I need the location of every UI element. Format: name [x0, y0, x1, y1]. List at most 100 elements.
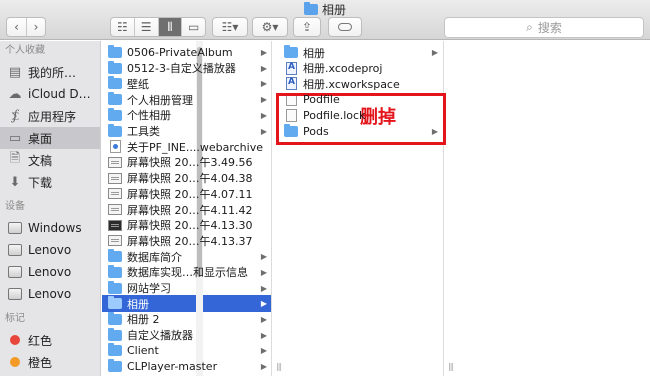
arrange-button[interactable]: ☷▾: [212, 17, 248, 37]
folder-row[interactable]: CLPlayer-master ▶: [102, 358, 271, 375]
sidebar-item-device[interactable]: Lenovo: [0, 261, 100, 283]
sidebar-item-documents[interactable]: ▤ 我的所…: [0, 61, 100, 83]
column-resize-handle[interactable]: |||: [448, 362, 454, 371]
item-label: 0512-3-自定义播放器: [127, 62, 236, 76]
folder-row[interactable]: 相册 2 ▶: [102, 311, 271, 328]
file-row[interactable]: 屏幕快照 20…午4.13.37: [102, 232, 271, 249]
folder-row[interactable]: 个性相册 ▶: [102, 107, 271, 124]
disk-icon: [7, 286, 23, 302]
sidebar-item-tag-orange[interactable]: 橙色: [0, 351, 100, 373]
sidebar-item-downloads[interactable]: ⬇ 下载: [0, 171, 100, 193]
disclosure-arrow-icon: ▶: [260, 267, 267, 277]
folder-row[interactable]: 数据库简介 ▶: [102, 248, 271, 265]
disclosure-arrow-icon: ▶: [260, 110, 267, 120]
folder-icon: [108, 60, 122, 74]
folder-icon: [108, 327, 122, 341]
folder-row[interactable]: Client ▶: [102, 342, 271, 359]
folder-icon: [108, 359, 122, 372]
item-label: 网站学习: [127, 282, 171, 295]
sidebar-item-desktop[interactable]: ▭ 桌面: [0, 127, 100, 149]
file-row[interactable]: 屏幕快照 20…午3.49.56: [102, 154, 271, 171]
folder-icon: [108, 45, 122, 58]
folder-icon: [284, 45, 298, 58]
gear-icon: ⚙▾: [261, 20, 279, 34]
file-row[interactable]: 屏幕快照 20…午4.07.11: [102, 185, 271, 202]
share-icon: ⇪: [301, 20, 313, 34]
browser-column-2: 相册 ▶ 相册.xcodeproj相册.xcworkspace PodfilePodf…: [273, 41, 444, 376]
item-label: 相册: [127, 297, 149, 311]
column-view-button[interactable]: ⫴: [157, 18, 182, 36]
browser-column-3: |||: [445, 41, 650, 376]
folder-row[interactable]: 相册 ▶: [102, 295, 271, 313]
folder-row[interactable]: 工具类 ▶: [102, 123, 271, 140]
sidebar-item-label: Lenovo: [28, 287, 72, 301]
search-field[interactable]: ⌕ 搜索: [444, 17, 644, 38]
item-label: 相册.xcworkspace: [303, 77, 400, 91]
disclosure-arrow-icon: ▶: [260, 252, 267, 262]
disclosure-arrow-icon: ▶: [260, 346, 267, 356]
sidebar-item-documents-folder[interactable]: 🗎 文稿: [0, 149, 100, 171]
folder-row[interactable]: 自定义播放器 ▶: [102, 327, 271, 344]
window-title: 相册: [0, 1, 650, 18]
sidebar-item-tag-red[interactable]: 红色: [0, 329, 100, 351]
item-label: 工具类: [127, 125, 160, 138]
file-row[interactable]: 屏幕快照 20…午4.04.38: [102, 170, 271, 187]
sidebar-item-device[interactable]: Windows: [0, 217, 100, 239]
column-resize-handle[interactable]: |||: [276, 362, 282, 371]
folder-row[interactable]: 相册 ▶: [273, 44, 443, 61]
arrange-icon: ☷▾: [221, 20, 239, 34]
back-button[interactable]: ‹: [7, 18, 26, 36]
sidebar-item-label: iCloud D…: [28, 87, 91, 101]
folder-icon: [108, 76, 122, 90]
columns-icon: ⫴: [167, 19, 173, 34]
sidebar-item-label: 红色: [28, 333, 53, 348]
sidebar-item-label: 橙色: [28, 355, 53, 370]
folder-row[interactable]: 网站学习 ▶: [102, 280, 271, 297]
folder-row[interactable]: 数据库实现…和显示信息 ▶: [102, 264, 271, 281]
disclosure-arrow-icon: ▶: [260, 95, 267, 105]
file-row[interactable]: 关于PF_INE....webarchive: [102, 138, 271, 155]
coverflow-view-button[interactable]: ▭: [181, 18, 205, 36]
folder-row[interactable]: 0512-3-自定义播放器 ▶: [102, 60, 271, 77]
sidebar-item-applications[interactable]: ⨋ 应用程序: [0, 105, 100, 127]
icon-view-button[interactable]: ☷: [111, 18, 134, 36]
folder-icon: [108, 264, 122, 278]
item-label: 屏幕快照 20…午4.04.38: [127, 172, 253, 186]
finder-toolbar: 相册 ‹ › ☷ ☰ ⫴ ▭ ☷▾ ⚙▾ ⇪ ⌕ 搜索: [0, 0, 650, 40]
item-label: Podfile: [303, 93, 340, 107]
forward-button[interactable]: ›: [26, 18, 45, 36]
disclosure-arrow-icon: ▶: [260, 79, 267, 89]
folder-icon: [108, 92, 122, 106]
window-title-label: 相册: [321, 3, 346, 17]
item-label: 数据库实现…和显示信息: [127, 266, 248, 280]
file-row[interactable]: 相册.xcworkspace: [273, 75, 443, 92]
sidebar-section-favorites: 个人收藏: [5, 45, 45, 56]
folder-row[interactable]: 壁纸 ▶: [102, 75, 271, 92]
file-row[interactable]: 相册.xcodeproj: [273, 60, 443, 77]
folder-row[interactable]: 0506-PrivateAlbum ▶: [102, 44, 271, 61]
browser-column-1: 0506-PrivateAlbum ▶ 0512-3-自定义播放器 ▶ 壁纸 ▶ 个人相册管…: [102, 41, 272, 376]
file-row[interactable]: 屏幕快照 20…午4.13.30: [102, 217, 271, 234]
item-label: 0506-PrivateAlbum: [127, 46, 233, 59]
item-label: 数据库简介: [127, 250, 182, 264]
sidebar-item-device[interactable]: Lenovo: [0, 283, 100, 305]
folder-icon: [108, 107, 122, 121]
disclosure-arrow-icon: ▶: [260, 63, 267, 73]
share-button[interactable]: ⇪: [293, 17, 321, 37]
folder-icon: [108, 311, 122, 325]
document-icon: 🗎: [9, 151, 21, 166]
tags-button[interactable]: [328, 17, 362, 37]
sidebar-section-devices: 设备: [5, 201, 25, 212]
image-file-icon: [108, 235, 122, 247]
disclosure-arrow-icon: ▶: [260, 330, 267, 340]
folder-row[interactable]: 个人相册管理 ▶: [102, 91, 271, 108]
item-label: 屏幕快照 20…午4.07.11: [127, 187, 253, 201]
item-label: 相册.xcodeproj: [303, 62, 383, 76]
list-view-button[interactable]: ☰: [133, 18, 158, 36]
sidebar-section-tags: 标记: [5, 313, 25, 324]
sidebar-item-icloud[interactable]: ☁ iCloud D…: [0, 83, 100, 105]
view-mode-control: ☷ ☰ ⫴ ▭: [110, 17, 206, 37]
file-row[interactable]: 屏幕快照 20…午4.11.42: [102, 201, 271, 218]
action-button[interactable]: ⚙▾: [252, 17, 288, 37]
sidebar-item-device[interactable]: Lenovo: [0, 239, 100, 261]
